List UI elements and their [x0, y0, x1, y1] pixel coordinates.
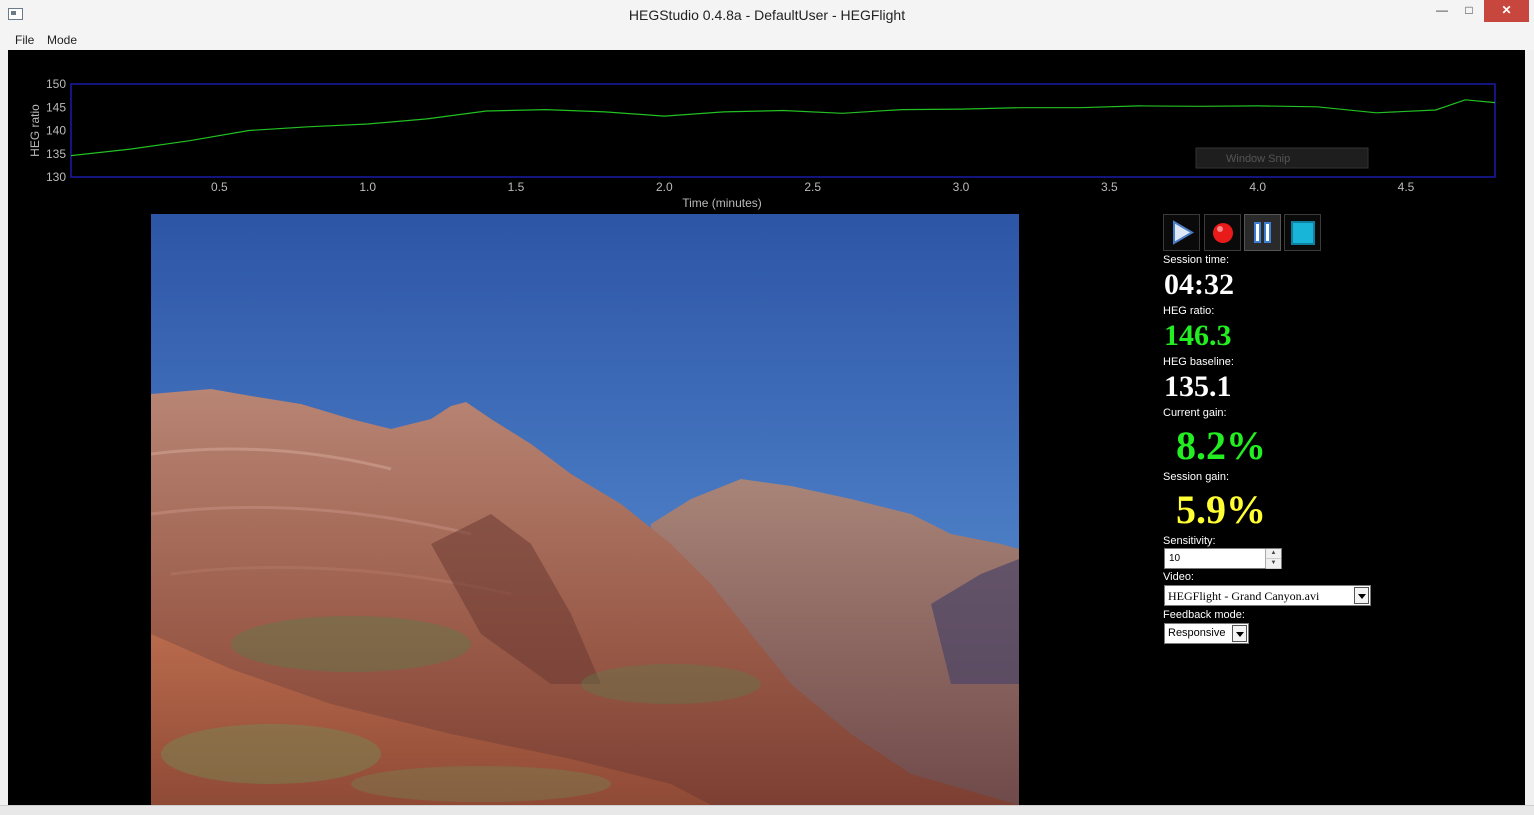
chevron-down-icon[interactable] [1232, 625, 1247, 642]
y-tick-label: 150 [46, 77, 66, 91]
sensitivity-label: Sensitivity: [1163, 535, 1216, 547]
stop-button[interactable] [1284, 214, 1321, 251]
maximize-button[interactable]: □ [1455, 0, 1483, 22]
video-select-value: HEGFlight - Grand Canyon.avi [1168, 589, 1320, 603]
menu-bar: File Mode [0, 30, 1534, 50]
session-gain-value: 5.9% [1176, 487, 1266, 532]
session-gain-label: Session gain: [1163, 471, 1230, 483]
heg-ratio-series-line [70, 99, 1496, 157]
heg-ratio-value: 146.3 [1164, 319, 1232, 352]
heg-baseline-label: HEG baseline: [1163, 356, 1234, 368]
menu-file[interactable]: File [15, 33, 34, 47]
spin-down-icon[interactable]: ▼ [1266, 559, 1281, 569]
stop-icon [1291, 221, 1315, 245]
sensitivity-value: 10 [1169, 553, 1181, 564]
feedback-mode-label: Feedback mode: [1163, 609, 1245, 621]
y-axis-label: HEG ratio [28, 104, 42, 157]
window-title: HEGStudio 0.4.8a - DefaultUser - HEGFlig… [628, 7, 906, 23]
heg-baseline-value: 135.1 [1164, 370, 1232, 403]
menu-mode[interactable]: Mode [47, 33, 77, 47]
sensitivity-stepper[interactable]: ▲ ▼ [1265, 549, 1281, 569]
pause-button[interactable] [1244, 214, 1281, 251]
pause-icon [1254, 222, 1271, 243]
y-tick-label: 140 [46, 124, 66, 138]
video-label: Video: [1163, 571, 1194, 583]
video-display [151, 214, 1019, 805]
minimize-button[interactable]: — [1428, 0, 1456, 22]
x-tick-label: 1.0 [359, 180, 376, 194]
window-snip-label: Window Snip [1226, 153, 1290, 165]
current-gain-label: Current gain: [1163, 407, 1227, 419]
canyon-scene [151, 214, 1019, 805]
chevron-down-icon[interactable] [1354, 587, 1369, 604]
x-tick-label: 2.0 [656, 180, 673, 194]
current-gain-value: 8.2% [1176, 423, 1266, 468]
y-tick-label: 130 [46, 170, 66, 184]
spin-up-icon[interactable]: ▲ [1266, 549, 1281, 559]
session-time-label: Session time: [1163, 254, 1230, 266]
record-button[interactable] [1204, 214, 1241, 251]
record-icon [1213, 223, 1233, 243]
video-select[interactable]: HEGFlight - Grand Canyon.avi [1164, 585, 1371, 606]
play-button[interactable] [1163, 214, 1200, 251]
x-tick-label: 3.5 [1101, 180, 1118, 194]
y-tick-label: 135 [46, 147, 66, 161]
x-axis-label: Time (minutes) [682, 196, 762, 210]
x-tick-label: 1.5 [508, 180, 525, 194]
x-tick-label: 0.5 [211, 180, 228, 194]
heg-ratio-chart: Window Snip 150 145 140 135 130 0.5 1.0 1.5 2.0 2.… [28, 77, 1496, 210]
sensitivity-spinbox[interactable]: 10 ▲ ▼ [1164, 548, 1282, 569]
session-time-value: 04:32 [1164, 268, 1234, 301]
x-tick-label: 4.5 [1398, 180, 1415, 194]
y-tick-label: 145 [46, 100, 66, 114]
feedback-mode-select[interactable]: Responsive [1164, 623, 1249, 644]
feedback-mode-value: Responsive [1168, 627, 1226, 639]
window-frame-left [0, 50, 8, 814]
x-tick-label: 3.0 [953, 180, 970, 194]
play-icon [1173, 220, 1194, 245]
x-tick-label: 2.5 [804, 180, 821, 194]
close-button[interactable]: ✕ [1484, 0, 1529, 22]
window-frame-right [1525, 50, 1534, 814]
heg-ratio-label: HEG ratio: [1163, 305, 1215, 317]
title-bar: HEGStudio 0.4.8a - DefaultUser - HEGFlig… [0, 0, 1534, 31]
x-tick-label: 4.0 [1249, 180, 1266, 194]
